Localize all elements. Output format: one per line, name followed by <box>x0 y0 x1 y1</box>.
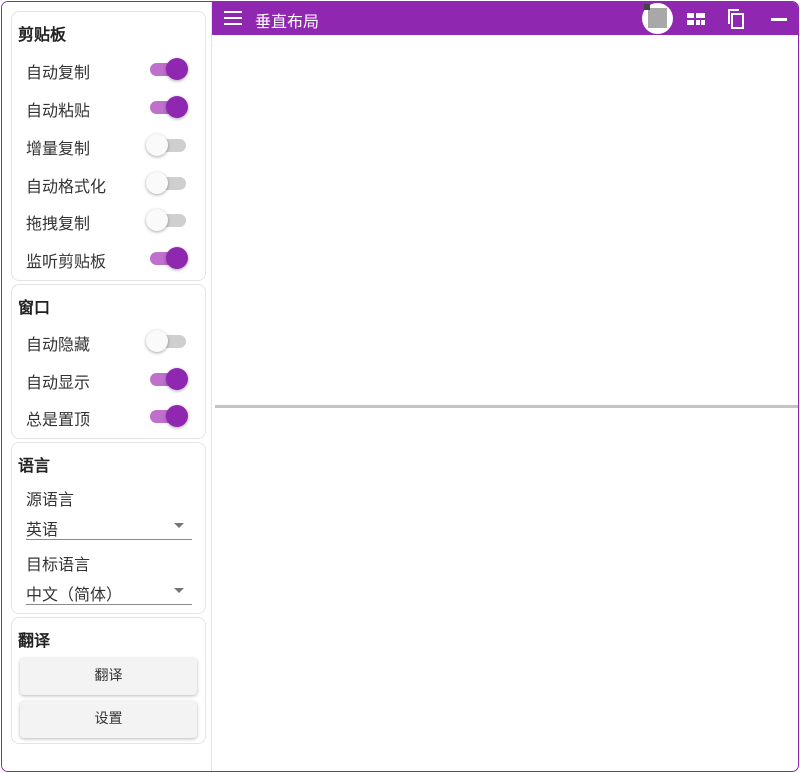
language-card: 语言 源语言 英语 目标语言 中文（简体） <box>11 442 206 614</box>
menu-icon[interactable] <box>224 10 244 26</box>
layout-title: 垂直布局 <box>255 12 320 31</box>
target-language-value: 中文（简体） <box>26 585 123 604</box>
main-area: 垂直布局 <box>212 2 798 771</box>
target-language-select[interactable]: 中文（简体） <box>26 579 192 605</box>
switch-label: 拖拽复制 <box>26 214 91 233</box>
switch-label: 增量复制 <box>26 139 91 158</box>
pane-splitter[interactable] <box>215 405 798 408</box>
incremental-copy-toggle[interactable] <box>146 133 190 157</box>
switch-row-auto-paste: 自动粘贴 <box>26 95 201 120</box>
sidebar: 剪贴板 自动复制 自动粘贴 增量复制 自动格式化 拖拽复制 监听剪贴板 窗口 自… <box>2 2 212 771</box>
top-bar: 垂直布局 <box>212 2 798 35</box>
clipboard-card: 剪贴板 自动复制 自动粘贴 增量复制 自动格式化 拖拽复制 监听剪贴板 <box>11 11 206 281</box>
switch-label: 自动复制 <box>26 63 91 82</box>
switch-label: 自动显示 <box>26 373 91 392</box>
always-on-top-toggle[interactable] <box>146 404 190 428</box>
switch-row-auto-show: 自动显示 <box>26 367 201 392</box>
switch-label: 总是置顶 <box>26 410 91 429</box>
switch-label: 自动粘贴 <box>26 101 91 120</box>
language-title: 语言 <box>18 456 51 475</box>
auto-hide-toggle[interactable] <box>146 329 190 353</box>
auto-show-toggle[interactable] <box>146 367 190 391</box>
source-language-value: 英语 <box>26 520 59 539</box>
drag-copy-toggle[interactable] <box>146 208 190 232</box>
switch-row-always-on-top: 总是置顶 <box>26 404 201 429</box>
settings-button[interactable]: 设置 <box>20 701 197 738</box>
window-title: 窗口 <box>18 298 51 317</box>
source-language-label: 源语言 <box>26 490 75 509</box>
translate-button[interactable]: 翻译 <box>20 658 197 695</box>
auto-format-toggle[interactable] <box>146 171 190 195</box>
switch-label: 监听剪贴板 <box>26 252 107 271</box>
dropdown-arrow-icon <box>174 523 184 528</box>
auto-paste-toggle[interactable] <box>146 95 190 119</box>
window-card: 窗口 自动隐藏 自动显示 总是置顶 <box>11 284 206 439</box>
switch-row-auto-hide: 自动隐藏 <box>26 329 201 354</box>
translate-title: 翻译 <box>18 631 51 650</box>
target-language-label: 目标语言 <box>26 555 91 574</box>
clipboard-title: 剪贴板 <box>18 25 67 44</box>
avatar[interactable] <box>642 3 673 34</box>
switch-row-auto-format: 自动格式化 <box>26 171 201 196</box>
switch-row-drag-copy: 拖拽复制 <box>26 208 201 233</box>
minimize-icon[interactable] <box>768 8 790 30</box>
app-window: 剪贴板 自动复制 自动粘贴 增量复制 自动格式化 拖拽复制 监听剪贴板 窗口 自… <box>1 1 799 772</box>
copy-icon[interactable] <box>725 8 747 30</box>
switch-label: 自动隐藏 <box>26 335 91 354</box>
translate-card: 翻译 翻译 设置 <box>11 617 206 744</box>
dropdown-arrow-icon <box>174 588 184 593</box>
source-language-select[interactable]: 英语 <box>26 514 192 540</box>
switch-row-watch-clipboard: 监听剪贴板 <box>26 246 201 271</box>
auto-copy-toggle[interactable] <box>146 57 190 81</box>
switch-row-incremental-copy: 增量复制 <box>26 133 201 158</box>
layout-icon[interactable] <box>685 8 707 30</box>
watch-clipboard-toggle[interactable] <box>146 246 190 270</box>
switch-label: 自动格式化 <box>26 177 107 196</box>
switch-row-auto-copy: 自动复制 <box>26 57 201 82</box>
